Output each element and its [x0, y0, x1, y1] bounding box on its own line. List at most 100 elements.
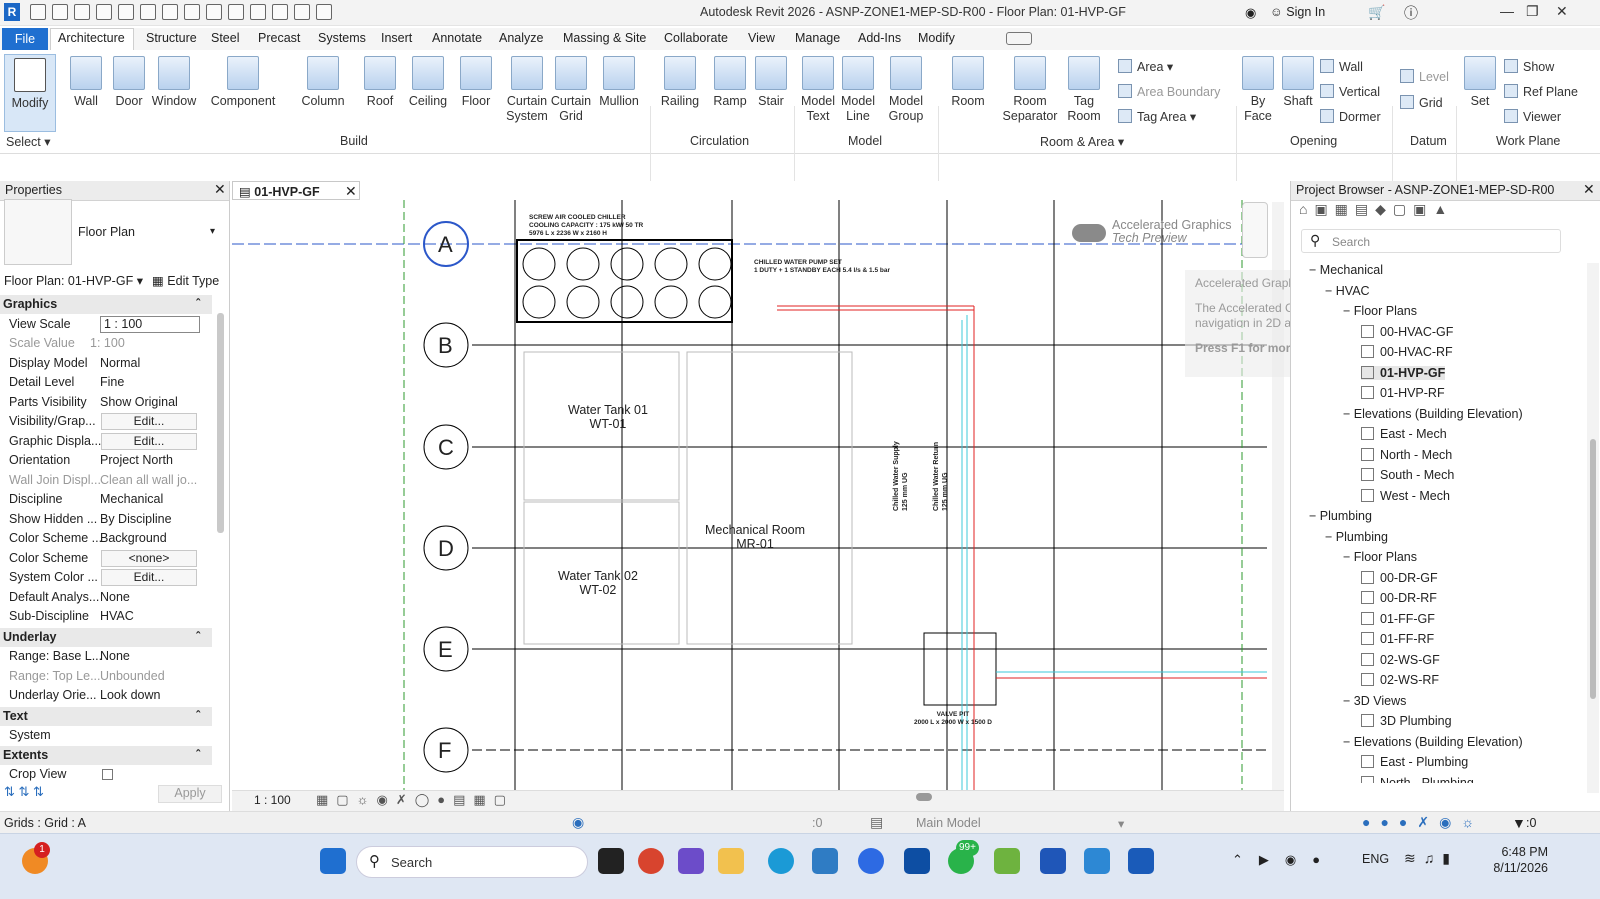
wall-button[interactable]: Wall [66, 56, 106, 109]
opening-wall-button[interactable]: Wall [1320, 59, 1363, 74]
browser-item[interactable]: − Plumbing [1325, 530, 1388, 544]
by-face-button[interactable]: By Face [1240, 56, 1276, 124]
revit-taskbar-icon[interactable] [1128, 848, 1154, 874]
browser-item[interactable]: − 3D Views [1343, 694, 1406, 708]
roof-button[interactable]: Roof [360, 56, 400, 109]
notepad-icon[interactable] [1084, 848, 1110, 874]
browser-item[interactable]: 00-DR-RF [1361, 591, 1437, 605]
design-options-icon[interactable]: ▤ [870, 814, 883, 831]
group-select[interactable]: Select ▾ [6, 134, 51, 149]
browser-search-input[interactable]: ⚲ Search [1301, 229, 1561, 253]
browser-item[interactable]: North - Mech [1361, 447, 1452, 462]
ceiling-button[interactable]: Ceiling [404, 56, 452, 109]
language-indicator[interactable]: ENG [1362, 852, 1389, 866]
browser-item[interactable]: 01-HVP-RF [1361, 386, 1445, 400]
sign-in-button[interactable]: ☺ Sign In [1270, 5, 1325, 19]
curtain-system-button[interactable]: Curtain System [504, 56, 550, 124]
browser-scroll-thumb[interactable] [1590, 439, 1596, 699]
browser-item[interactable]: 02-WS-GF [1361, 652, 1440, 667]
system-color-edit-button[interactable]: Edit... [101, 569, 197, 586]
file-explorer-icon[interactable] [718, 848, 744, 874]
group-room-area[interactable]: Room & Area ▾ [1040, 134, 1124, 149]
column-button[interactable]: Column [298, 56, 348, 109]
prop-row[interactable]: Default Analys... None [4, 588, 204, 608]
browser-item[interactable]: − HVAC [1325, 284, 1370, 298]
floor-plan-canvas[interactable] [232, 200, 1284, 790]
vertical-button[interactable]: Vertical [1320, 84, 1380, 99]
browser-toolbar-icons[interactable]: ⌂▣▦▤◆▢▣▲ [1299, 201, 1454, 218]
horizontal-scroll-thumb[interactable] [916, 793, 932, 801]
selection-filter-icons[interactable]: ●●●✗◉☼ [1362, 814, 1484, 831]
browser-item[interactable]: − Floor Plans [1343, 550, 1417, 564]
redo-icon[interactable] [118, 4, 134, 20]
show-button[interactable]: Show [1504, 59, 1554, 74]
navigation-bar[interactable] [1242, 202, 1268, 258]
store-icon[interactable] [904, 848, 930, 874]
tray-icons[interactable]: ⌃▶◉● [1232, 852, 1336, 868]
close-hidden-icon[interactable] [294, 4, 310, 20]
tab-architecture[interactable]: Architecture [58, 31, 125, 45]
taskbar-search[interactable]: ⚲ Search [356, 846, 588, 878]
undo-icon[interactable] [96, 4, 112, 20]
room-separator-button[interactable]: Room Separator [1000, 56, 1060, 124]
filter-icon[interactable]: ▼ [1512, 815, 1526, 831]
onedrive-icon[interactable] [812, 848, 838, 874]
view-tab[interactable]: ▤ 01-HVP-GF ✕ [232, 181, 360, 200]
prop-row[interactable]: Detail Level Fine [4, 373, 204, 393]
level-button[interactable]: Level [1400, 69, 1449, 84]
area-button[interactable]: Area ▾ [1118, 59, 1173, 74]
set-button[interactable]: Set [1462, 56, 1498, 109]
prop-row[interactable]: Discipline Mechanical [4, 490, 204, 510]
model-text-button[interactable]: Model Text [798, 56, 838, 124]
collapse-icon[interactable]: − [1343, 407, 1354, 421]
tag-area-button[interactable]: Tag Area ▾ [1118, 109, 1196, 124]
window-button[interactable]: Window [150, 56, 198, 109]
tab-massing-site[interactable]: Massing & Site [563, 31, 646, 45]
ribbon-toggle-icon[interactable] [1006, 32, 1032, 45]
chrome-icon[interactable] [638, 848, 664, 874]
tab-add-ins[interactable]: Add-Ins [858, 31, 901, 45]
prop-row[interactable]: Color Scheme ... Background [4, 529, 204, 549]
railing-button[interactable]: Railing [656, 56, 704, 109]
apply-button[interactable]: Apply [158, 785, 222, 803]
browser-item[interactable]: 02-WS-RF [1361, 673, 1439, 687]
close-tab-icon[interactable]: ✕ [345, 183, 357, 200]
accelerated-graphics-toggle[interactable] [1072, 224, 1106, 242]
sync-icon[interactable] [74, 4, 90, 20]
browser-item[interactable]: 01-FF-RF [1361, 632, 1434, 646]
view-control-icons[interactable]: ▦▢☼◉✗◯●▤▦▢ [316, 792, 514, 808]
curtain-grid-button[interactable]: Curtain Grid [548, 56, 594, 124]
area-boundary-button[interactable]: Area Boundary [1118, 84, 1220, 99]
collapse-icon[interactable]: − [1343, 694, 1354, 708]
tag-room-button[interactable]: Tag Room [1064, 56, 1104, 124]
section-graphics[interactable]: Graphics ˆ [0, 295, 212, 314]
prop-row[interactable]: Parts Visibility Show Original [4, 393, 204, 413]
browser-item[interactable]: 00-DR-GF [1361, 570, 1438, 585]
tab-precast[interactable]: Precast [258, 31, 300, 45]
prop-row[interactable]: Orientation Project North [4, 451, 204, 471]
room-button[interactable]: Room [946, 56, 990, 109]
view-scale-label[interactable]: 1 : 100 [254, 793, 291, 807]
section-text[interactable]: Text ˆ [0, 707, 212, 726]
grid-head-a[interactable]: A [438, 232, 453, 258]
grid-head-d[interactable]: D [438, 536, 454, 562]
browser-item[interactable]: 00-HVAC-GF [1361, 324, 1453, 339]
browser-item[interactable]: South - Mech [1361, 468, 1454, 482]
browser-item[interactable]: 3D Plumbing [1361, 714, 1452, 728]
collapse-icon[interactable]: ˆ [196, 709, 200, 723]
close-browser-icon[interactable]: ✕ [1583, 181, 1595, 198]
zoom-icon[interactable] [858, 848, 884, 874]
grid-button[interactable]: Grid [1400, 95, 1443, 110]
view-scale-input[interactable]: 1 : 100 [100, 316, 200, 333]
modify-button[interactable]: Modify [4, 54, 56, 132]
task-view-icon[interactable] [598, 848, 624, 874]
tab-steel[interactable]: Steel [211, 31, 240, 45]
prop-row[interactable]: Range: Base L... None [4, 647, 204, 667]
edge-icon[interactable] [768, 848, 794, 874]
tab-structure[interactable]: Structure [146, 31, 197, 45]
stair-button[interactable]: Stair [752, 56, 790, 109]
tab-annotate[interactable]: Annotate [432, 31, 482, 45]
mullion-button[interactable]: Mullion [594, 56, 644, 109]
tab-collaborate[interactable]: Collaborate [664, 31, 728, 45]
browser-item[interactable]: − Plumbing [1309, 509, 1372, 523]
